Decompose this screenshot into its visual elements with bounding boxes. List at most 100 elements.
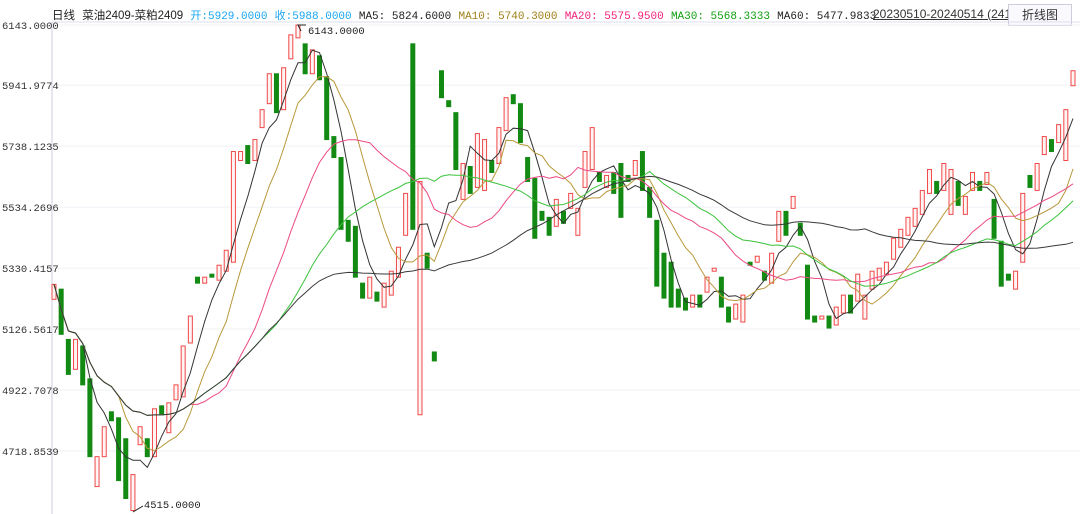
- candle-down: [525, 157, 531, 182]
- candle-up: [1013, 270, 1019, 290]
- candle-up: [130, 474, 136, 512]
- candle-up: [288, 34, 294, 60]
- candle-up: [101, 426, 107, 458]
- candle-down: [639, 151, 645, 191]
- candle-down: [998, 240, 1004, 287]
- candle-down: [654, 219, 660, 287]
- min-annotation: 4515.0000: [144, 500, 201, 512]
- candle-down: [331, 136, 337, 159]
- candle-up: [790, 195, 796, 209]
- candle-down: [431, 351, 437, 362]
- candle-down: [108, 411, 114, 422]
- candle-down: [611, 171, 617, 194]
- candle-down: [360, 282, 366, 299]
- y-tick-label: 5330.4157: [2, 264, 59, 276]
- candle-up: [238, 151, 244, 162]
- candle-up: [632, 160, 638, 176]
- candle-up: [266, 73, 272, 105]
- candle-up: [166, 402, 172, 434]
- candle-up: [503, 97, 509, 132]
- candle-down: [726, 306, 732, 323]
- candle-up: [1034, 163, 1040, 191]
- candle-up: [173, 384, 179, 401]
- candle-up: [259, 109, 265, 129]
- candle-down: [453, 112, 459, 170]
- ma10-line: [53, 76, 1074, 452]
- candle-up: [417, 180, 423, 416]
- candle-up: [223, 249, 229, 272]
- candle-down: [1048, 139, 1054, 153]
- candle-down: [58, 288, 64, 335]
- y-tick-label: 5126.5617: [2, 325, 59, 337]
- candle-down: [682, 297, 688, 311]
- candle-down: [618, 163, 624, 218]
- candle-up: [1056, 124, 1062, 144]
- candle-up: [819, 315, 825, 320]
- candle-down: [87, 378, 93, 458]
- candle-up: [1070, 70, 1076, 87]
- ma5-line: [53, 49, 1074, 469]
- candle-up: [711, 267, 717, 272]
- candle-up: [73, 338, 79, 370]
- candle-up: [496, 127, 502, 165]
- candle-up: [769, 252, 775, 284]
- candle-up: [202, 276, 208, 284]
- candlestick-chart: 6143.0000 5941.9774 5738.1235 5534.2696 5330…: [2, 21, 1080, 514]
- candle-down: [410, 43, 416, 230]
- candle-down: [159, 405, 165, 416]
- candle-up: [919, 189, 925, 215]
- candle-down: [345, 219, 351, 242]
- candle-up: [926, 168, 932, 194]
- candle-up: [912, 207, 918, 227]
- candle-down: [446, 100, 452, 108]
- candle-down: [675, 288, 681, 308]
- candle-up: [776, 210, 782, 242]
- candle-down: [467, 165, 473, 194]
- y-tick-label: 5738.1235: [2, 142, 59, 154]
- candle-up: [388, 270, 394, 296]
- candle-up: [403, 192, 409, 236]
- candle-up: [891, 237, 897, 260]
- candle-down: [317, 55, 323, 81]
- candle-down: [661, 252, 667, 299]
- y-tick-label: 4718.8539: [2, 447, 59, 459]
- candle-down: [804, 264, 810, 320]
- candle-up: [187, 315, 193, 344]
- candle-up: [1063, 109, 1069, 162]
- candle-down: [826, 315, 832, 329]
- y-tick-label: 4922.7078: [2, 386, 59, 398]
- candle-up: [905, 216, 911, 236]
- max-annotation: 6143.0000: [308, 26, 365, 38]
- candle-down: [273, 73, 279, 114]
- candle-down: [934, 180, 940, 194]
- candle-down: [65, 338, 71, 375]
- candle-down: [510, 94, 516, 105]
- candle-down: [324, 76, 330, 141]
- candle-down: [245, 145, 251, 165]
- candle-down: [532, 177, 538, 239]
- candle-down: [517, 103, 523, 144]
- candle-down: [1005, 273, 1011, 281]
- candle-down: [374, 291, 380, 302]
- candle-up: [962, 195, 968, 215]
- candle-up: [51, 283, 57, 300]
- candle-up: [690, 294, 696, 308]
- candle-down: [955, 180, 961, 206]
- candle-up: [855, 273, 861, 302]
- candle-up: [754, 255, 760, 263]
- candle-down: [812, 315, 818, 323]
- candle-up: [589, 127, 595, 170]
- y-tick-label: 5941.9774: [2, 81, 59, 93]
- candle-down: [539, 210, 545, 221]
- candle-up: [94, 456, 100, 488]
- y-tick-label: 6143.0000: [2, 21, 59, 33]
- candle-up: [216, 264, 222, 281]
- candle-down: [302, 43, 308, 75]
- candle-up: [252, 139, 258, 162]
- candle-up: [733, 303, 739, 320]
- candle-down: [668, 261, 674, 308]
- candle-down: [352, 225, 358, 278]
- candle-down: [195, 276, 201, 284]
- candle-down: [991, 198, 997, 239]
- candle-down: [439, 70, 445, 99]
